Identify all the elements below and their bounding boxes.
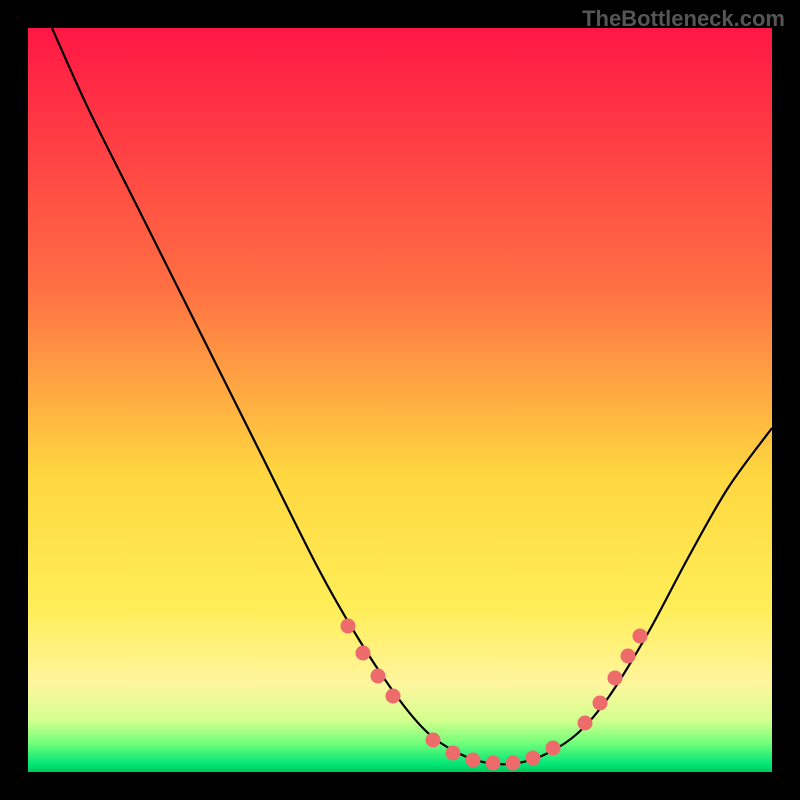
data-dot [371, 669, 386, 684]
data-dot [486, 756, 501, 771]
data-dot [546, 741, 561, 756]
data-dot [356, 646, 371, 661]
data-dot [386, 689, 401, 704]
plot-area [28, 28, 772, 772]
data-dot [426, 733, 441, 748]
data-dot [466, 753, 481, 768]
watermark-text: TheBottleneck.com [582, 6, 785, 32]
data-dot [341, 619, 356, 634]
data-dot [526, 751, 541, 766]
bottleneck-curve [28, 28, 772, 772]
data-dot [621, 649, 636, 664]
data-dot [593, 696, 608, 711]
data-dot [446, 746, 461, 761]
data-dot [633, 629, 648, 644]
data-dot [578, 716, 593, 731]
data-dot [608, 671, 623, 686]
data-dot [506, 756, 521, 771]
